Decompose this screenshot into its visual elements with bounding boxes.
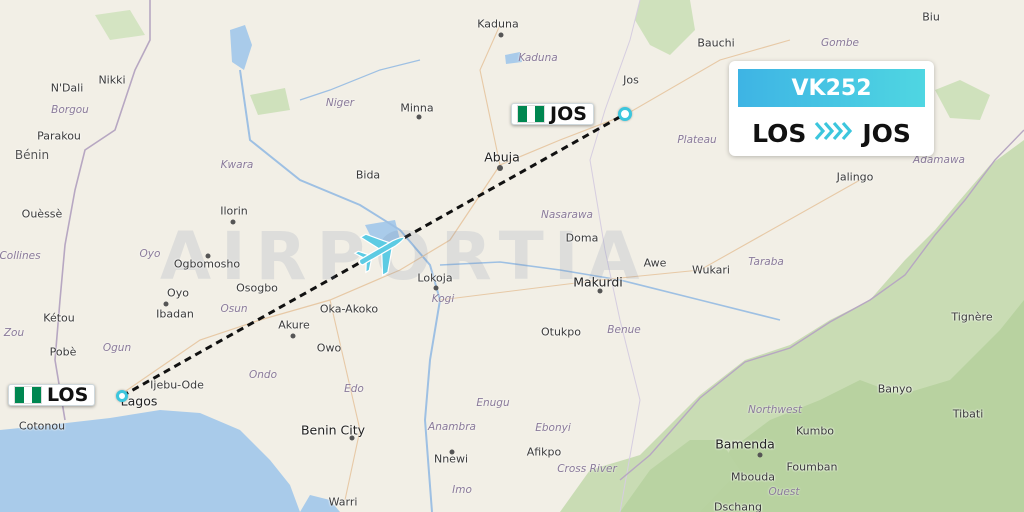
- destination-airport-tag[interactable]: JOS: [511, 103, 594, 125]
- route-destination-code: JOS: [862, 118, 911, 148]
- city-ndali: N'Dali: [50, 81, 84, 95]
- city-nikki: Nikki: [98, 73, 126, 87]
- region-borgou: Borgou: [51, 104, 89, 116]
- city-wukari: Wukari: [692, 263, 730, 277]
- origin-airport-marker[interactable]: [116, 390, 128, 402]
- region-nasarawa: Nasarawa: [541, 209, 593, 221]
- region-enugu: Enugu: [476, 397, 510, 409]
- city-foumban: Foumban: [786, 460, 838, 474]
- city-lokoja: Lokoja: [417, 271, 453, 285]
- origin-airport-code: LOS: [47, 384, 89, 406]
- region-edo: Edo: [344, 383, 364, 395]
- city-ilorin: Ilorin: [220, 204, 248, 218]
- region-anambra: Anambra: [428, 421, 476, 433]
- origin-airport-tag[interactable]: LOS: [8, 384, 96, 406]
- city-warri: Warri: [328, 495, 358, 509]
- region-kogi: Kogi: [431, 293, 455, 305]
- destination-airport-marker[interactable]: [618, 107, 632, 121]
- region-niger: Niger: [325, 97, 355, 109]
- city-benin-city: Benin City: [300, 422, 366, 438]
- region-ebonyi: Ebonyi: [535, 422, 571, 434]
- route-summary: LOS JOS: [729, 115, 934, 151]
- region-ondo: Ondo: [248, 369, 278, 381]
- region-ogun: Ogun: [102, 342, 132, 354]
- region-collines: Collines: [0, 250, 41, 262]
- region-zou: Zou: [3, 327, 25, 339]
- city-ketou: Kétou: [43, 311, 75, 325]
- region-kaduna: Kaduna: [518, 52, 558, 64]
- city-ouesse: Ouèssè: [21, 207, 63, 221]
- city-kumbo: Kumbo: [795, 424, 835, 438]
- city-oyo: Oyo: [167, 286, 189, 300]
- nigeria-flag-icon: [517, 105, 545, 123]
- city-parakou: Parakou: [37, 129, 81, 143]
- city-dschang: Dschang: [714, 500, 762, 512]
- city-makurdi: Makurdi: [573, 274, 623, 290]
- city-afikpo: Afikpo: [526, 445, 562, 459]
- city-awe: Awe: [643, 256, 667, 270]
- route-origin-code: LOS: [752, 118, 807, 148]
- city-owo: Owo: [316, 341, 342, 355]
- city-osogbo: Osogbo: [236, 281, 278, 295]
- region-cross-river: Cross River: [557, 463, 617, 475]
- city-minna: Minna: [400, 101, 434, 115]
- region-gombe: Gombe: [821, 37, 859, 49]
- region-plateau: Plateau: [677, 134, 717, 146]
- city-banyo: Banyo: [877, 382, 913, 396]
- city-bauchi: Bauchi: [697, 36, 735, 50]
- city-tignere: Tignère: [951, 310, 993, 324]
- destination-airport-code: JOS: [550, 103, 587, 125]
- region-kwara: Kwara: [220, 159, 254, 171]
- city-kaduna: Kaduna: [477, 17, 519, 31]
- city-bamenda: Bamenda: [715, 436, 775, 452]
- city-otukpo: Otukpo: [540, 325, 582, 339]
- city-pobe: Pobè: [49, 345, 77, 359]
- region-northwest: Northwest: [747, 404, 803, 416]
- route-map[interactable]: AIRPORTIA Bénin Gombe Kaduna Niger Plate…: [0, 0, 1024, 512]
- region-ouest: Ouest: [768, 486, 800, 498]
- nigeria-flag-icon: [14, 386, 42, 404]
- chevrons-right-icon: [814, 119, 854, 148]
- city-tibati: Tibati: [952, 407, 984, 421]
- flight-number: VK252: [738, 69, 925, 107]
- region-imo: Imo: [452, 484, 472, 496]
- city-bida: Bida: [355, 168, 381, 182]
- city-biu: Biu: [922, 10, 940, 24]
- region-oyo: Oyo: [139, 248, 161, 260]
- city-mbouda: Mbouda: [731, 470, 775, 484]
- city-jos: Jos: [623, 73, 639, 87]
- city-akure: Akure: [278, 318, 310, 332]
- flight-info-card: VK252 LOS JOS: [729, 61, 934, 156]
- city-ogbomosho: Ogbomosho: [173, 257, 241, 271]
- city-doma: Doma: [565, 231, 599, 245]
- region-osun: Osun: [220, 303, 248, 315]
- region-taraba: Taraba: [748, 256, 784, 268]
- city-oka-akoko: Oka-Akoko: [319, 302, 379, 316]
- city-nnewi: Nnewi: [433, 452, 469, 466]
- city-ijebu-ode: Ijebu-Ode: [150, 378, 204, 392]
- city-cotonou: Cotonou: [18, 419, 66, 433]
- city-jalingo: Jalingo: [836, 170, 874, 184]
- city-ibadan: Ibadan: [156, 307, 194, 321]
- country-label-benin: Bénin: [14, 148, 50, 162]
- city-abuja: Abuja: [484, 149, 520, 165]
- region-benue: Benue: [607, 324, 641, 336]
